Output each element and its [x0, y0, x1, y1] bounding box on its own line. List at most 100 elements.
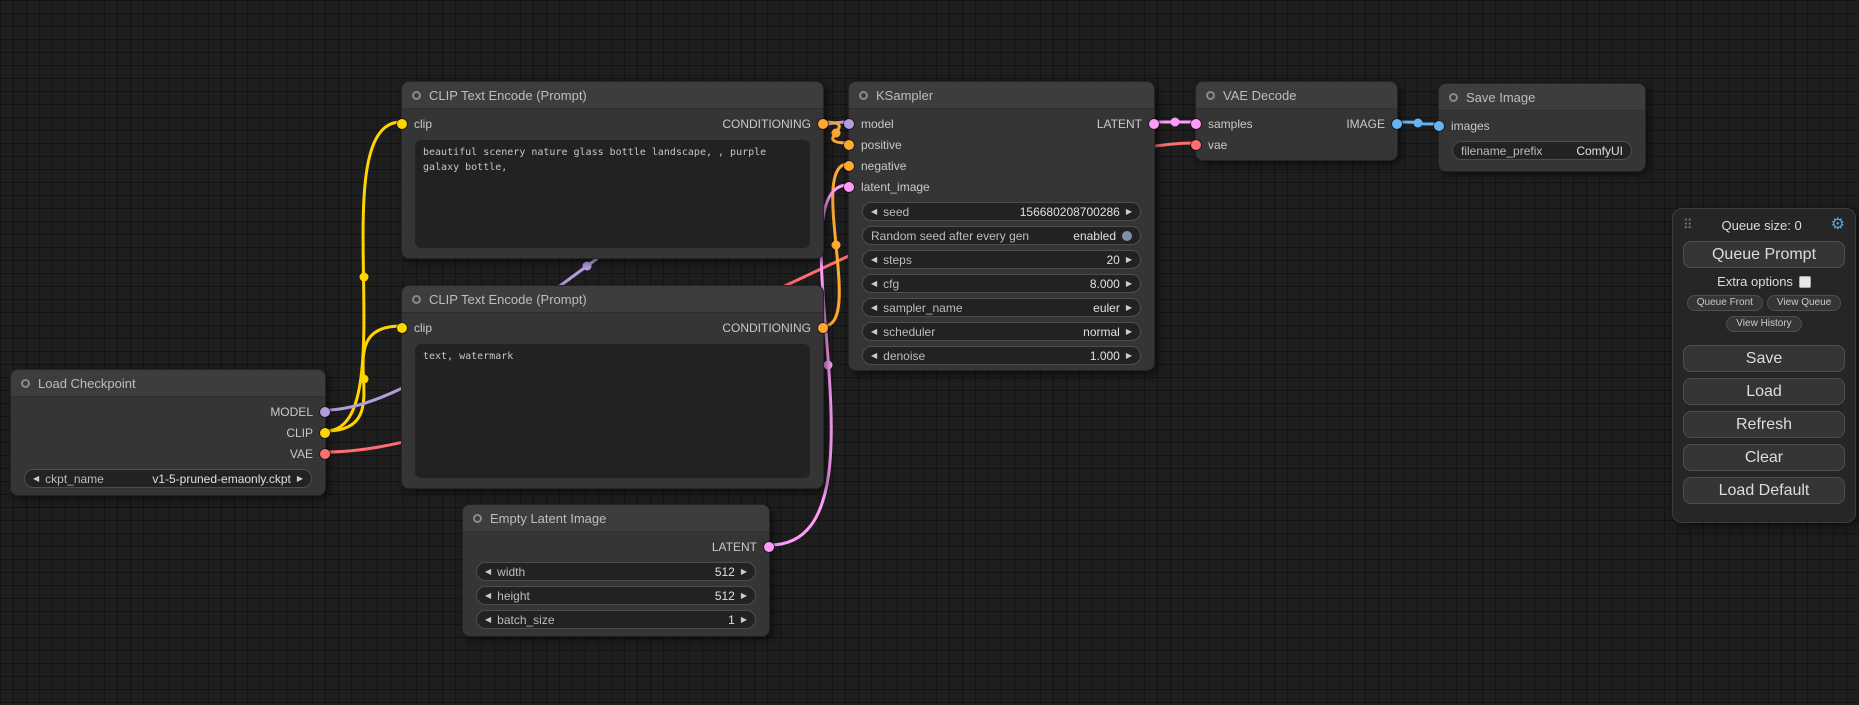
decrement-arrow-icon[interactable]: ◀ — [871, 352, 877, 360]
widget-value: v1-5-pruned-emaonly.ckpt — [152, 472, 291, 486]
widget-value: 1 — [728, 613, 735, 627]
toggle-indicator-icon[interactable] — [1122, 231, 1132, 241]
node-clip-text-encode-positive[interactable]: CLIP Text Encode (Prompt) clip CONDITION… — [401, 81, 824, 259]
save-button[interactable]: Save — [1683, 345, 1845, 372]
decrement-arrow-icon[interactable]: ◀ — [485, 592, 491, 600]
queue-front-button[interactable]: Queue Front — [1687, 295, 1763, 311]
view-queue-button[interactable]: View Queue — [1767, 295, 1841, 311]
load-button[interactable]: Load — [1683, 378, 1845, 405]
decrement-arrow-icon[interactable]: ◀ — [871, 208, 877, 216]
widget-ckpt-name[interactable]: ◀ ckpt_name v1-5-pruned-emaonly.ckpt ▶ — [24, 469, 312, 488]
decrement-arrow-icon[interactable]: ◀ — [871, 256, 877, 264]
collapse-toggle-icon[interactable] — [1449, 93, 1458, 102]
widget-steps[interactable]: ◀ steps 20 ▶ — [862, 250, 1141, 269]
collapse-toggle-icon[interactable] — [473, 514, 482, 523]
positive-prompt-textarea[interactable]: beautiful scenery nature glass bottle la… — [415, 140, 810, 248]
increment-arrow-icon[interactable]: ▶ — [1126, 352, 1132, 360]
node-clip-text-encode-negative[interactable]: CLIP Text Encode (Prompt) clip CONDITION… — [401, 285, 824, 489]
increment-arrow-icon[interactable]: ▶ — [1126, 304, 1132, 312]
widget-sampler-name[interactable]: ◀ sampler_name euler ▶ — [862, 298, 1141, 317]
collapse-toggle-icon[interactable] — [1206, 91, 1215, 100]
slot-row: samples IMAGE — [1196, 113, 1397, 134]
latent-image-input-slot[interactable] — [844, 182, 854, 192]
widget-cfg[interactable]: ◀ cfg 8.000 ▶ — [862, 274, 1141, 293]
latent-output-slot[interactable] — [764, 542, 774, 552]
node-titlebar[interactable]: CLIP Text Encode (Prompt) — [402, 286, 823, 313]
widget-width[interactable]: ◀ width 512 ▶ — [476, 562, 756, 581]
slot-label: samples — [1208, 117, 1253, 131]
collapse-toggle-icon[interactable] — [21, 379, 30, 388]
increment-arrow-icon[interactable]: ▶ — [741, 592, 747, 600]
settings-gear-icon[interactable]: ⚙ — [1831, 217, 1845, 233]
queue-prompt-button[interactable]: Queue Prompt — [1683, 241, 1845, 268]
clear-button[interactable]: Clear — [1683, 444, 1845, 471]
widget-value: enabled — [1073, 229, 1116, 243]
clip-input-slot[interactable] — [397, 119, 407, 129]
widget-random-seed-toggle[interactable]: Random seed after every gen enabled — [862, 226, 1141, 245]
conditioning-output-slot[interactable] — [818, 323, 828, 333]
samples-input-slot[interactable] — [1191, 119, 1201, 129]
vae-output-slot[interactable] — [320, 449, 330, 459]
increment-arrow-icon[interactable]: ▶ — [741, 616, 747, 624]
images-input-slot[interactable] — [1434, 121, 1444, 131]
collapse-toggle-icon[interactable] — [412, 295, 421, 304]
clip-input-slot[interactable] — [397, 323, 407, 333]
collapse-toggle-icon[interactable] — [412, 91, 421, 100]
increment-arrow-icon[interactable]: ▶ — [1126, 328, 1132, 336]
increment-arrow-icon[interactable]: ▶ — [1126, 280, 1132, 288]
node-vae-decode[interactable]: VAE Decode samples IMAGE vae — [1195, 81, 1398, 161]
slot-row: vae — [1196, 134, 1397, 155]
node-titlebar[interactable]: CLIP Text Encode (Prompt) — [402, 82, 823, 109]
node-titlebar[interactable]: Save Image — [1439, 84, 1645, 111]
decrement-arrow-icon[interactable]: ◀ — [33, 475, 39, 483]
widget-seed[interactable]: ◀ seed 156680208700286 ▶ — [862, 202, 1141, 221]
menu-drag-handle-icon[interactable]: ⠿ — [1683, 217, 1693, 233]
widget-label: width — [497, 565, 525, 579]
model-output-slot[interactable] — [320, 407, 330, 417]
node-titlebar[interactable]: KSampler — [849, 82, 1154, 109]
conditioning-output-slot[interactable] — [818, 119, 828, 129]
node-titlebar[interactable]: Load Checkpoint — [11, 370, 325, 397]
positive-input-slot[interactable] — [844, 140, 854, 150]
widget-batch-size[interactable]: ◀ batch_size 1 ▶ — [476, 610, 756, 629]
model-input-slot[interactable] — [844, 119, 854, 129]
slot-label: CONDITIONING — [722, 321, 811, 335]
view-history-button[interactable]: View History — [1726, 316, 1801, 332]
load-default-button[interactable]: Load Default — [1683, 477, 1845, 504]
refresh-button[interactable]: Refresh — [1683, 411, 1845, 438]
node-ksampler[interactable]: KSampler model LATENT positive negative … — [848, 81, 1155, 371]
node-load-checkpoint[interactable]: Load Checkpoint MODEL CLIP VAE ◀ ckpt_na… — [10, 369, 326, 496]
negative-input-slot[interactable] — [844, 161, 854, 171]
vae-input-slot[interactable] — [1191, 140, 1201, 150]
decrement-arrow-icon[interactable]: ◀ — [871, 280, 877, 288]
decrement-arrow-icon[interactable]: ◀ — [485, 616, 491, 624]
node-titlebar[interactable]: VAE Decode — [1196, 82, 1397, 109]
increment-arrow-icon[interactable]: ▶ — [297, 475, 303, 483]
latent-output-slot[interactable] — [1149, 119, 1159, 129]
node-titlebar[interactable]: Empty Latent Image — [463, 505, 769, 532]
collapse-toggle-icon[interactable] — [859, 91, 868, 100]
increment-arrow-icon[interactable]: ▶ — [1126, 256, 1132, 264]
widget-height[interactable]: ◀ height 512 ▶ — [476, 586, 756, 605]
widget-filename-prefix[interactable]: filename_prefix ComfyUI — [1452, 141, 1632, 160]
link-midpoint-dot — [1414, 119, 1423, 128]
extra-options-checkbox[interactable] — [1799, 276, 1811, 288]
slot-label: LATENT — [1097, 117, 1142, 131]
node-save-image[interactable]: Save Image images filename_prefix ComfyU… — [1438, 83, 1646, 172]
clip-output-slot[interactable] — [320, 428, 330, 438]
node-title: Save Image — [1466, 90, 1535, 105]
widget-scheduler[interactable]: ◀ scheduler normal ▶ — [862, 322, 1141, 341]
node-title: KSampler — [876, 88, 933, 103]
increment-arrow-icon[interactable]: ▶ — [741, 568, 747, 576]
image-output-slot[interactable] — [1392, 119, 1402, 129]
decrement-arrow-icon[interactable]: ◀ — [485, 568, 491, 576]
slot-label: model — [861, 117, 894, 131]
node-empty-latent-image[interactable]: Empty Latent Image LATENT ◀ width 512 ▶ … — [462, 504, 770, 637]
decrement-arrow-icon[interactable]: ◀ — [871, 304, 877, 312]
negative-prompt-textarea[interactable]: text, watermark — [415, 344, 810, 478]
increment-arrow-icon[interactable]: ▶ — [1126, 208, 1132, 216]
output-slot-row: VAE — [11, 443, 325, 464]
comfy-menu-panel: ⠿ Queue size: 0 ⚙ Queue Prompt Extra opt… — [1672, 208, 1856, 523]
decrement-arrow-icon[interactable]: ◀ — [871, 328, 877, 336]
widget-denoise[interactable]: ◀ denoise 1.000 ▶ — [862, 346, 1141, 365]
